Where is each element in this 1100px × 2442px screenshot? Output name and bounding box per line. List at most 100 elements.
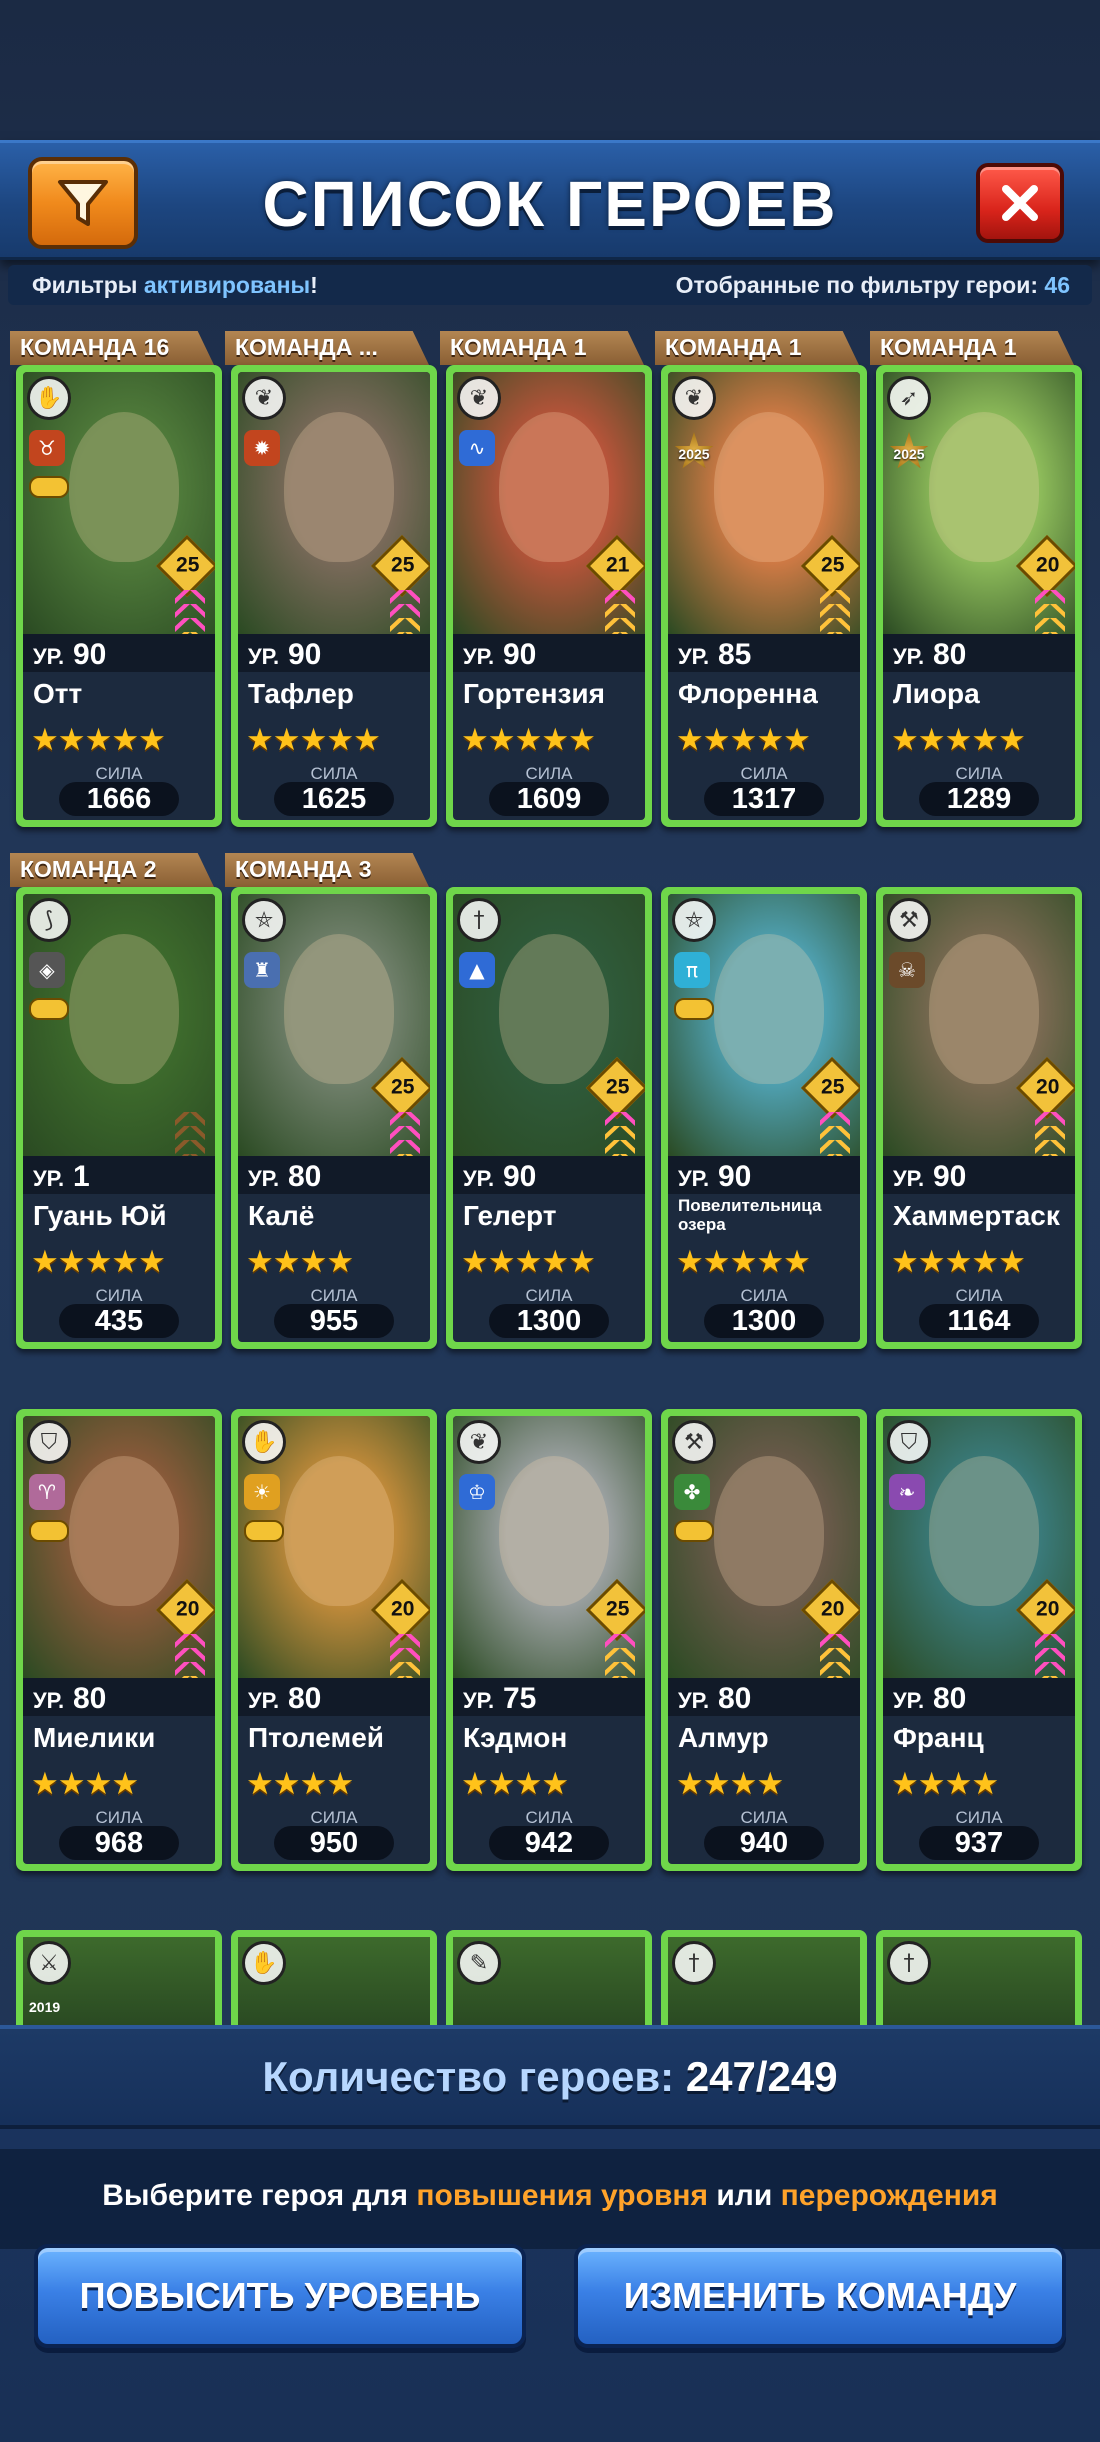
hero-card-partial[interactable]: ✋	[231, 1930, 437, 2025]
leaf-icon: ❦	[457, 1420, 501, 1464]
hero-card[interactable]: ⚒ ✤ 20 УР. 80 Алмур ★★★★ СИЛА 940	[661, 1409, 867, 1871]
hero-card[interactable]: КОМАНДА ... ❦ ✹ 25 УР. 90 Тафлер ★★★★★ СИЛА 1625	[225, 331, 437, 827]
hero-card-frame: † ▲ 25 УР. 90 Гелерт ★★★★★ СИЛА 1300	[446, 887, 652, 1349]
hero-portrait-partial: ⚔ 2019	[23, 1937, 215, 2025]
hero-count: Количество героев: 247/249	[0, 2053, 1100, 2101]
hero-power: 1625	[274, 782, 394, 816]
team-tab: КОМАНДА 2	[10, 853, 214, 887]
level-value: 1	[73, 1160, 90, 1193]
bottom-panel: Количество героев: 247/249 Выберите геро…	[0, 2025, 1100, 2442]
level-cap-emblem: 20	[155, 1578, 215, 1642]
hero-card[interactable]: КОМАНДА 1 ➶ 2025 20 УР. 80 Лиора ★★★★★ СИЛА 1289	[870, 331, 1082, 827]
level-up-button[interactable]: ПОВЫСИТЬ УРОВЕНЬ	[34, 2244, 526, 2348]
team-tab: КОМАНДА 1	[440, 331, 644, 365]
level-cap-emblem: 20	[1015, 534, 1075, 598]
hero-portrait-figure	[69, 412, 179, 562]
hero-name: Отт	[33, 678, 83, 709]
hero-stars: ★★★★★	[31, 722, 166, 758]
rank-chevron	[390, 1126, 420, 1140]
hero-card-frame: ⟆ ◈ УР. 1 Гуань Юй ★★★★★ СИЛА 435	[16, 887, 222, 1349]
hero-name: Гелерт	[463, 1200, 557, 1231]
hero-stars: ★★★★★	[461, 1244, 596, 1280]
hero-card[interactable]: КОМАНДА 16 ✋ ♉ 25 УР. 90 Отт ★★★★★ СИЛА 1666	[10, 331, 222, 827]
feather-icon: ✎	[457, 1941, 501, 1985]
hero-card-partial[interactable]: †	[661, 1930, 867, 2025]
hero-card-partial[interactable]: ✎	[446, 1930, 652, 2025]
hero-name: Гуань Юй	[33, 1200, 167, 1231]
shield-icon: ⛉	[887, 1420, 931, 1464]
hero-level: УР. 80	[883, 1678, 1075, 1716]
level-cap-emblem: 20	[1015, 1578, 1075, 1642]
hero-card[interactable]: КОМАНДА 1 ❦ ∿ 21 УР. 90 Гортензия ★★★★★ СИЛА 1609	[440, 331, 652, 827]
hero-card-inner: ➶ 2025 20 УР. 80 Лиора ★★★★★ СИЛА 1289	[883, 372, 1075, 820]
power-label: СИЛА	[525, 1286, 573, 1305]
rank-chevron	[605, 618, 635, 632]
hint-mid: или	[708, 2179, 781, 2212]
hero-card-inner: ⚒ ☠ 20 УР. 90 Хаммертаск ★★★★★ СИЛА 1164	[883, 894, 1075, 1342]
snake-icon: ∿	[459, 430, 495, 466]
hero-card[interactable]: ⚒ ☠ 20 УР. 90 Хаммертаск ★★★★★ СИЛА 1164	[876, 887, 1082, 1349]
hero-level: УР. 90	[883, 1156, 1075, 1194]
hero-name: Калё	[248, 1200, 315, 1231]
hero-card[interactable]: КОМАНДА 2 ⟆ ◈ УР. 1 Гуань Юй ★★★★★ СИЛА 435	[10, 853, 222, 1349]
level-cap-emblem: 25	[155, 534, 215, 598]
hero-card[interactable]: ⛉ ❧ 20 УР. 80 Франц ★★★★ СИЛА 937	[876, 1409, 1082, 1871]
rank-chevron	[1035, 1634, 1065, 1648]
power-label: СИЛА	[740, 764, 788, 783]
rank-chevron	[605, 1112, 635, 1126]
sun-icon: ☀	[244, 1474, 280, 1510]
hero-card[interactable]: КОМАНДА 3 ⛤ ♜ 25 УР. 80 Калё ★★★★ СИЛА 955	[225, 853, 437, 1349]
hero-card-inner: ❦ ✹ 25 УР. 90 Тафлер ★★★★★ СИЛА 1625	[238, 372, 430, 820]
change-team-button[interactable]: ИЗМЕНИТЬ КОМАНДУ	[574, 2244, 1066, 2348]
hint-level-up: повышения уровня	[416, 2179, 709, 2212]
leaf-icon: ❦	[672, 376, 716, 420]
hero-name: Флоренна	[678, 678, 818, 709]
mask-icon	[29, 1520, 69, 1542]
hero-power: 1317	[704, 782, 824, 816]
level-cap-emblem: 25	[800, 1056, 860, 1120]
rank-chevron	[820, 1140, 850, 1154]
hint-text: Выберите героя для повышения уровня или …	[0, 2179, 1100, 2213]
rank-chevron	[820, 604, 850, 618]
rank-chevron	[175, 1140, 205, 1154]
level-prefix: УР.	[248, 1166, 280, 1191]
hero-card[interactable]: ✋ ☀ 20 УР. 80 Птолемей ★★★★ СИЛА 950	[231, 1409, 437, 1871]
hero-card-partial[interactable]: ⚔ 2019	[16, 1930, 222, 2025]
hero-card[interactable]: † ▲ 25 УР. 90 Гелерт ★★★★★ СИЛА 1300	[446, 887, 652, 1349]
level-value: 90	[503, 638, 537, 671]
hero-stars: ★★★★	[31, 1766, 139, 1802]
shield-icon: ⛉	[27, 1420, 71, 1464]
rank-chevron	[390, 1634, 420, 1648]
level-prefix: УР.	[248, 644, 280, 669]
hero-card[interactable]: ❦ ♔ 25 УР. 75 Кэдмон ★★★★ СИЛА 942	[446, 1409, 652, 1871]
hero-stars: ★★★★	[246, 1766, 354, 1802]
hero-card[interactable]: ⛉ ♈ 20 УР. 80 Миелики ★★★★ СИЛА 968	[16, 1409, 222, 1871]
hero-power: 1289	[919, 782, 1039, 816]
rank-chevron	[605, 1634, 635, 1648]
rank-chevron	[1035, 618, 1065, 632]
hero-name: Тафлер	[248, 678, 354, 709]
hero-stars: ★★★★★	[891, 722, 1026, 758]
rank-chevron	[390, 1648, 420, 1662]
rank-chevron	[390, 1662, 420, 1676]
power-label: СИЛА	[740, 1808, 788, 1827]
team-tab: КОМАНДА 1	[870, 331, 1074, 365]
level-value: 90	[288, 638, 322, 671]
hero-stars: ★★★★★	[31, 1244, 166, 1280]
level-cap-value: 20	[176, 1597, 200, 1621]
rank-chevron	[175, 604, 205, 618]
rank-chevron	[820, 1648, 850, 1662]
hero-card[interactable]: КОМАНДА 1 ❦ 2025 25 УР. 85 Флоренна ★★★★★ СИЛА 13…	[655, 331, 867, 827]
level-value: 80	[288, 1682, 322, 1715]
level-cap-emblem: 25	[585, 1578, 645, 1642]
claw-icon: ⟆	[27, 898, 71, 942]
hero-stars: ★★★★★	[246, 722, 381, 758]
rank-chevron	[390, 590, 420, 604]
hero-count-bar: Количество героев: 247/249	[0, 2029, 1100, 2129]
level-cap-value: 20	[1036, 1597, 1060, 1621]
rank-chevron	[175, 590, 205, 604]
hero-card[interactable]: ⛤ π 25 УР. 90 Повелительница озера ★★★★★ СИЛА 13…	[661, 887, 867, 1349]
sword-icon: †	[672, 1941, 716, 1985]
mask-icon	[674, 998, 714, 1020]
hero-card-partial[interactable]: †	[876, 1930, 1082, 2025]
